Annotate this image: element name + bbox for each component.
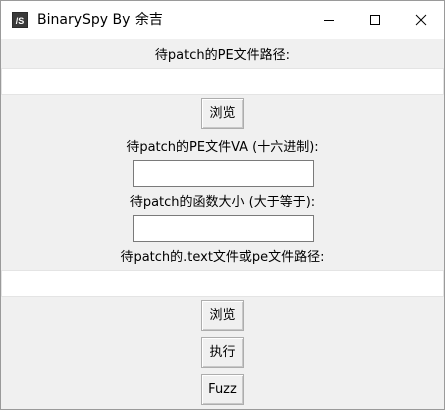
minimize-button[interactable]: [306, 1, 352, 39]
maximize-button[interactable]: [352, 1, 398, 39]
browse-text-button[interactable]: 浏览: [201, 300, 244, 331]
close-button[interactable]: [398, 1, 444, 39]
pe-path-label: 待patch的PE文件路径:: [154, 48, 291, 63]
title-bar[interactable]: /S BinarySpy By 余吉: [1, 1, 444, 39]
maximize-icon: [370, 15, 380, 25]
va-input[interactable]: [133, 160, 314, 187]
func-size-input[interactable]: [133, 215, 314, 242]
pe-path-input[interactable]: [1, 68, 444, 95]
text-path-input[interactable]: [1, 270, 444, 297]
window-title: BinarySpy By 余吉: [37, 12, 163, 28]
va-label: 待patch的PE文件VA (十六进制):: [126, 140, 319, 155]
app-icon: /S: [12, 12, 28, 28]
minimize-icon: [324, 20, 334, 21]
browse-pe-button[interactable]: 浏览: [201, 98, 244, 129]
fuzz-button[interactable]: Fuzz: [201, 374, 244, 405]
svg-text:/S: /S: [16, 16, 25, 26]
func-size-label: 待patch的函数大小 (大于等于):: [129, 195, 316, 210]
execute-button[interactable]: 执行: [201, 337, 244, 368]
close-icon: [415, 14, 427, 26]
main-window: /S BinarySpy By 余吉 待patch的PE文件路径: 浏览 待pa…: [0, 0, 445, 410]
text-path-label: 待patch的.text文件或pe文件路径:: [120, 250, 325, 265]
